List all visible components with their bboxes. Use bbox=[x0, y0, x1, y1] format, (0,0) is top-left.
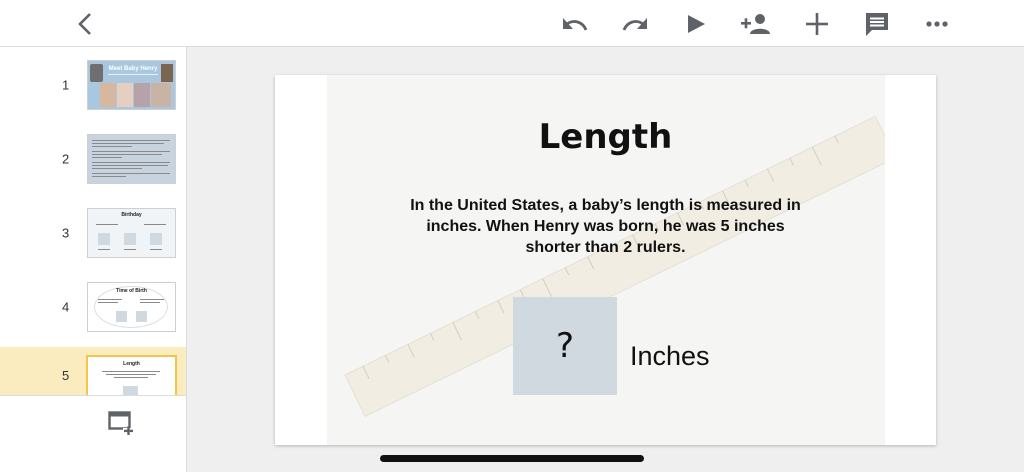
slide-thumbnail-title: Time of Birth bbox=[116, 288, 147, 294]
slide-number: 4 bbox=[62, 299, 70, 315]
comment-icon bbox=[866, 13, 888, 36]
slide-thumbnail[interactable]: Time of Birth bbox=[88, 283, 175, 331]
add-slide-button[interactable] bbox=[104, 406, 138, 440]
play-icon bbox=[688, 15, 705, 33]
add-person-icon bbox=[741, 14, 770, 34]
undo-icon bbox=[563, 18, 588, 31]
slide-thumbnail-title: Length bbox=[123, 361, 140, 367]
answer-placeholder: ? bbox=[555, 326, 575, 366]
slide-thumbnail-title: Meet Baby Henry bbox=[108, 66, 158, 72]
slide-filmstrip: 1 Meet Baby Henry 2 3 Birthday 4 Time of… bbox=[0, 47, 187, 472]
answer-box[interactable]: ? bbox=[513, 297, 617, 395]
top-toolbar bbox=[0, 0, 1024, 47]
slide-thumbnail-title: Birthday bbox=[121, 212, 142, 218]
unit-label[interactable]: Inches bbox=[630, 341, 710, 372]
redo-button[interactable] bbox=[617, 6, 653, 42]
slide-thumbnail-row[interactable]: 3 Birthday bbox=[0, 205, 186, 261]
home-indicator[interactable] bbox=[380, 455, 644, 462]
slide-thumbnail[interactable] bbox=[88, 135, 175, 183]
slide-number: 3 bbox=[62, 225, 70, 241]
slide-thumbnail[interactable]: Birthday bbox=[88, 209, 175, 257]
undo-button[interactable] bbox=[557, 6, 593, 42]
slide-number: 2 bbox=[62, 151, 70, 167]
slide-number: 1 bbox=[62, 77, 70, 93]
slide-thumbnail-row[interactable]: 4 Time of Birth bbox=[0, 279, 186, 335]
filmstrip-footer bbox=[0, 395, 186, 472]
slide-thumbnail[interactable]: Meet Baby Henry bbox=[88, 61, 175, 109]
comment-button[interactable] bbox=[859, 6, 895, 42]
present-button[interactable] bbox=[678, 6, 714, 42]
chevron-left-icon bbox=[78, 13, 91, 35]
new-slide-icon bbox=[108, 411, 134, 435]
slide-thumbnail-row[interactable]: 1 Meet Baby Henry bbox=[0, 57, 186, 113]
slide-body-text[interactable]: In the United States, a baby’s length is… bbox=[400, 195, 811, 258]
share-button[interactable] bbox=[738, 6, 774, 42]
slide-canvas[interactable]: Length In the United States, a baby’s le… bbox=[275, 75, 936, 445]
slide-title[interactable]: Length bbox=[275, 117, 936, 157]
more-options-button[interactable] bbox=[919, 6, 955, 42]
slide-number: 5 bbox=[62, 368, 70, 383]
redo-icon bbox=[622, 18, 647, 31]
more-horizontal-icon bbox=[926, 21, 948, 27]
back-button[interactable] bbox=[68, 6, 104, 42]
insert-button[interactable] bbox=[799, 6, 835, 42]
plus-icon bbox=[806, 13, 828, 35]
slide-thumbnail-row[interactable]: 2 bbox=[0, 131, 186, 187]
